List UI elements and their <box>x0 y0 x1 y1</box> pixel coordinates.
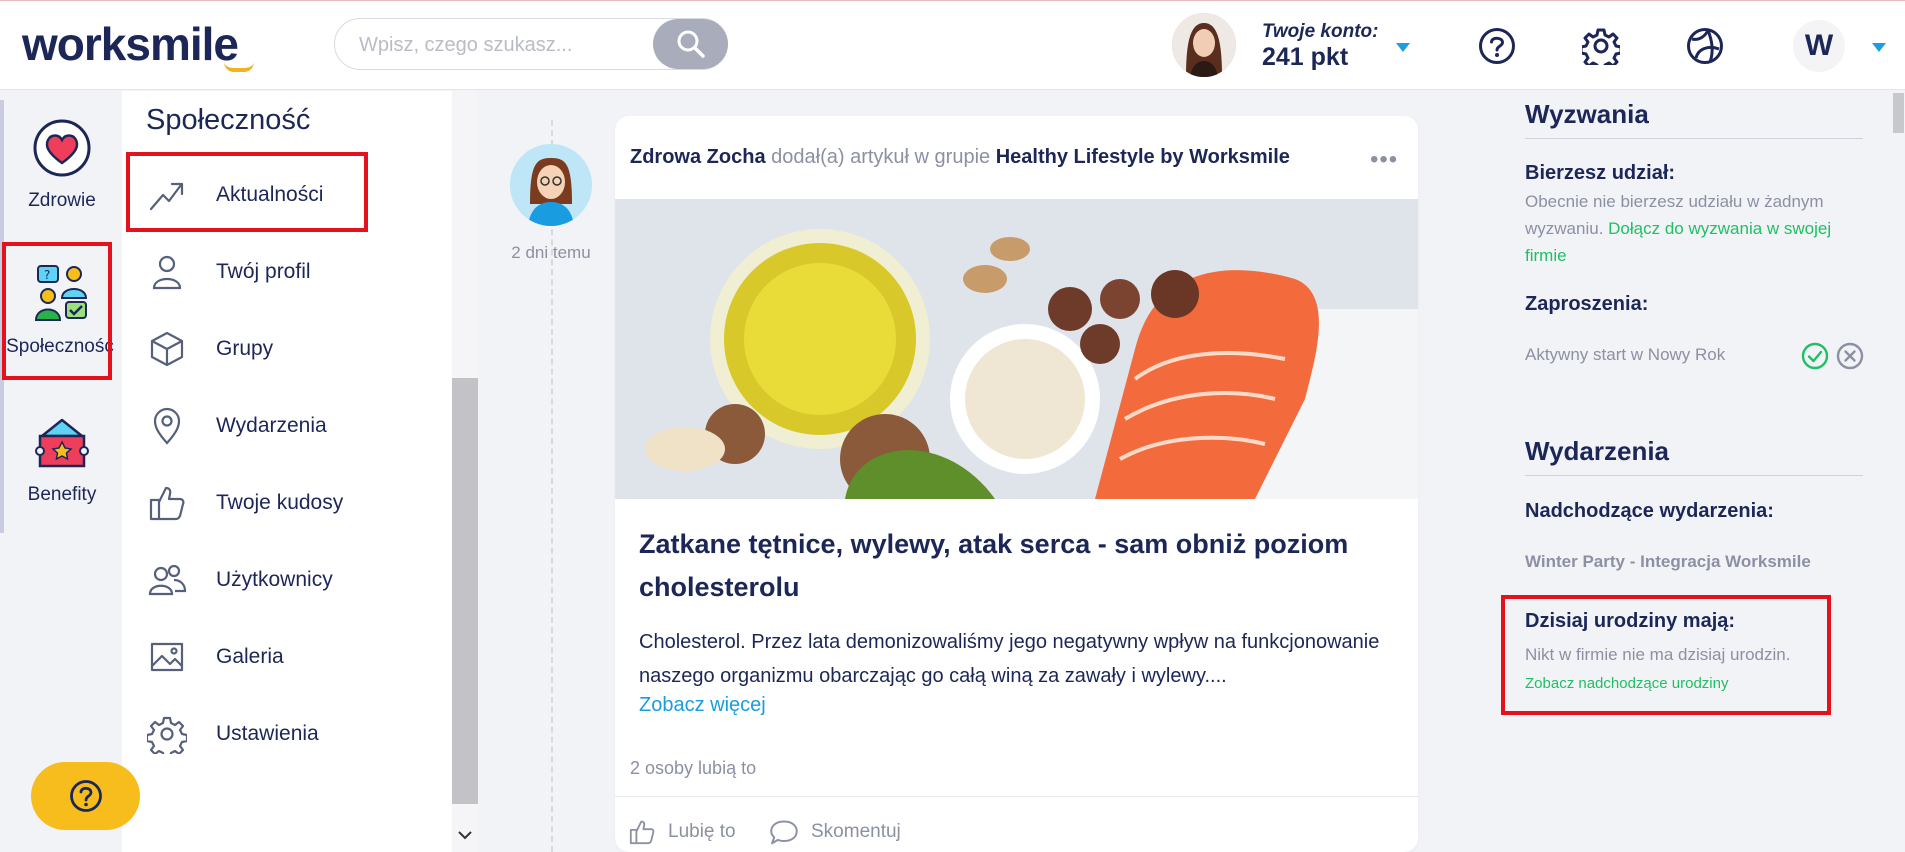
timeline-line <box>551 120 553 852</box>
like-label: Lubię to <box>668 821 736 842</box>
search-box <box>334 18 728 70</box>
upcoming-event-link[interactable]: Winter Party - Integracja Worksmile <box>1525 548 1811 575</box>
benefits-ticket-icon <box>35 418 89 468</box>
events-title: Wydarzenia <box>1525 436 1670 466</box>
company-logo[interactable]: W <box>1793 20 1845 72</box>
post-header: Zdrowa Zocha dodał(a) artykuł w grupie H… <box>630 146 1290 169</box>
nav-item-grupy[interactable]: Grupy <box>146 322 436 376</box>
invitations-label: Zaproszenia: <box>1525 293 1649 315</box>
nav-label: Użytkownicy <box>216 568 333 591</box>
gear-icon[interactable] <box>1580 25 1622 67</box>
user-photo <box>1172 13 1236 77</box>
worksmile-logo[interactable]: worksmile <box>22 17 239 71</box>
poster-avatar[interactable] <box>510 144 592 226</box>
help-circle-icon[interactable] <box>1476 25 1518 67</box>
globe-ball-icon[interactable] <box>1684 25 1726 67</box>
user-icon <box>146 251 188 293</box>
challenges-title: Wyzwania <box>1525 99 1649 129</box>
nav-item-kudosy[interactable]: Twoje kudosy <box>146 476 436 530</box>
help-button[interactable] <box>31 762 140 830</box>
read-more-link[interactable]: Zobacz więcej <box>639 694 766 717</box>
page-scrollbar[interactable] <box>1892 91 1905 852</box>
rail-label-benefity: Benefity <box>27 484 97 505</box>
search-icon <box>677 30 705 58</box>
logo-smile-mark <box>224 62 254 72</box>
chevron-down-icon[interactable] <box>457 829 473 841</box>
post-group-link[interactable]: Healthy Lifestyle by Worksmile <box>996 146 1290 168</box>
nav-item-wydarzenia[interactable]: Wydarzenia <box>146 399 436 453</box>
nav-label: Galeria <box>216 645 284 668</box>
nav-label: Twój profil <box>216 260 311 283</box>
image-icon <box>146 636 188 678</box>
food-illustration <box>615 199 1418 499</box>
post-title[interactable]: Zatkane tętnice, wylewy, atak serca - sa… <box>639 523 1399 609</box>
decline-x-icon[interactable] <box>1836 342 1864 370</box>
post-author[interactable]: Zdrowa Zocha <box>630 146 766 168</box>
highlight-nav-aktualnosci <box>126 152 368 232</box>
comment-label: Skomentuj <box>811 821 901 842</box>
nav-label: Wydarzenia <box>216 414 327 437</box>
search-input[interactable] <box>357 31 647 59</box>
post-image[interactable] <box>615 199 1418 499</box>
rail-item-zdrowie[interactable]: Zdrowie <box>4 118 120 212</box>
gear-icon <box>146 713 188 755</box>
more-options-icon[interactable]: ••• <box>1370 146 1398 174</box>
company-dropdown-caret[interactable] <box>1872 43 1886 52</box>
invitation-name: Aktywny start w Nowy Rok <box>1525 345 1726 364</box>
participating-label: Bierzesz udział: <box>1525 162 1676 184</box>
account-points: 241 pkt <box>1262 43 1349 71</box>
thumbs-up-icon <box>628 818 656 846</box>
heart-icon <box>33 119 91 177</box>
account-dropdown-caret[interactable] <box>1396 43 1410 52</box>
top-bar: worksmile Twoje konto: 241 pkt <box>0 0 1905 90</box>
nav-label: Twoje kudosy <box>216 491 344 514</box>
post-action-text: dodał(a) artykuł w grupie <box>771 146 991 168</box>
nav-item-profil[interactable]: Twój profil <box>146 245 436 299</box>
highlight-birthdays <box>1501 595 1831 715</box>
nav-item-ustawienia[interactable]: Ustawienia <box>146 707 436 761</box>
comment-button[interactable]: Skomentuj <box>769 818 901 846</box>
nav-scrollbar-thumb[interactable] <box>452 378 478 804</box>
search-button[interactable] <box>653 19 728 69</box>
post-likes-count[interactable]: 2 osoby lubią to <box>630 758 756 779</box>
section-title: Społeczność <box>146 104 311 136</box>
user-avatar[interactable] <box>1172 13 1236 77</box>
thumbs-up-icon <box>146 482 188 524</box>
upcoming-events-label: Nadchodzące wydarzenia: <box>1525 500 1774 522</box>
nav-item-galeria[interactable]: Galeria <box>146 630 436 684</box>
question-icon <box>69 780 102 812</box>
post-excerpt: Cholesterol. Przez lata demonizowaliśmy … <box>639 631 1380 687</box>
account-label: Twoje konto: <box>1262 21 1379 42</box>
participating-info: Obecnie nie bierzesz udziału w żadnym wy… <box>1525 188 1865 269</box>
rail-item-benefity[interactable]: Benefity <box>4 412 120 506</box>
poster-avatar-image <box>510 144 592 226</box>
accept-check-icon[interactable] <box>1801 342 1829 370</box>
company-logo-letter: W <box>1804 29 1834 62</box>
comment-bubble-icon <box>769 818 799 846</box>
post-timestamp: 2 dni temu <box>511 243 591 262</box>
post-divider <box>615 796 1418 797</box>
users-icon <box>146 559 188 601</box>
events-divider <box>1525 475 1863 476</box>
challenges-divider <box>1525 138 1863 139</box>
nav-label: Ustawienia <box>216 722 319 745</box>
nav-label: Grupy <box>216 337 274 360</box>
rail-label-zdrowie: Zdrowie <box>28 190 96 211</box>
page-scrollbar-thumb[interactable] <box>1893 93 1904 133</box>
post-card: Zdrowa Zocha dodał(a) artykuł w grupie H… <box>615 116 1418 852</box>
highlight-rail-spolecznosc <box>2 242 112 380</box>
like-button[interactable]: Lubię to <box>628 818 736 846</box>
location-pin-icon <box>146 405 188 447</box>
nav-item-uzytkownicy[interactable]: Użytkownicy <box>146 553 436 607</box>
cube-icon <box>146 328 188 370</box>
